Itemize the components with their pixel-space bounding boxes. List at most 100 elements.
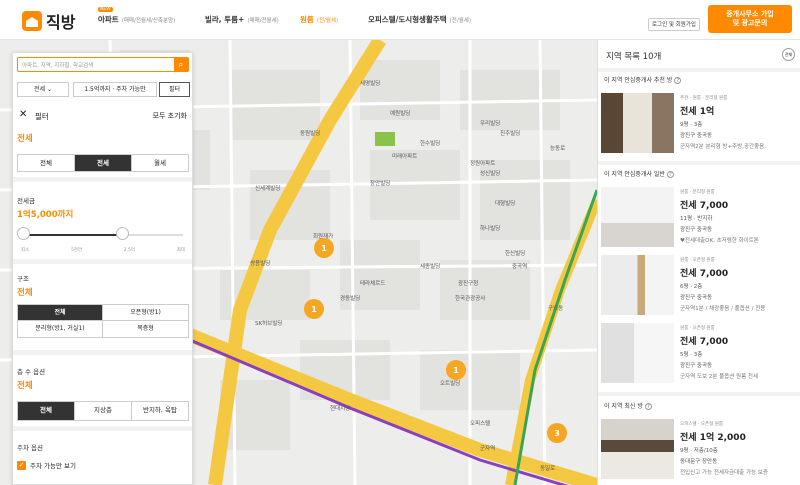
listing-card[interactable]: 추천 · 원룸 · 분리형 원룸 전세 1억 9평 · 3층 광진구 중곡동 군… xyxy=(601,93,797,157)
search-input[interactable]: 아파트, 지역, 지하철, 학교검색 ⌕ xyxy=(17,57,189,72)
section-title: 이 지역 안심중개사 일반? xyxy=(604,169,674,178)
map-label: 세명빌딩 xyxy=(360,79,380,87)
card-tags: 원룸 · 오픈형 원룸 xyxy=(680,258,715,263)
floor-label: 층 수 옵션 xyxy=(17,368,46,376)
map-label: 경동빌딩 xyxy=(340,294,360,302)
listing-card[interactable]: 원룸 · 오픈형 원룸 전세 7,000 6평 · 2층 광진구 중곡동 군자역… xyxy=(601,255,797,319)
card-size-floor: 6평 · 2층 xyxy=(680,284,703,290)
login-button[interactable]: 로그인 및 회원가입 xyxy=(648,18,700,31)
card-description: 군자역 도보 2분 풀옵션 원룸 전세 xyxy=(680,374,759,380)
card-description: 군자역2분 분리형 방+주방,공간좋음, xyxy=(680,144,766,150)
map-label: 예원빌딩 xyxy=(390,109,410,117)
card-address: 광진구 중곡동 xyxy=(680,227,713,233)
floor-option-ground[interactable]: 지상층 xyxy=(75,402,132,420)
map-label: 신세계빌딩 xyxy=(255,184,280,192)
floor-option-all[interactable]: 전체 xyxy=(18,402,75,420)
nav-label: 원룸 xyxy=(300,15,314,24)
cluster-count: 1 xyxy=(453,366,459,375)
structure-option-all[interactable]: 전체 xyxy=(18,305,103,321)
room-thumbnail xyxy=(601,93,674,153)
nav-sub: (매매/전월세/신축분양) xyxy=(121,18,176,24)
card-info: 원룸 · 분리형 원룸 전세 7,000 11평 · 반지하 광진구 중곡동 ♥… xyxy=(680,189,797,244)
map-label: 동원빌딩 xyxy=(300,129,320,137)
room-thumbnail xyxy=(601,323,674,383)
slider-max-handle[interactable] xyxy=(116,227,130,240)
section-title-text: 이 지역 안심중개사 일반 xyxy=(604,171,665,178)
deal-type-segment: 전체 전세 월세 xyxy=(17,154,189,172)
map-label: 진주빌딩 xyxy=(500,129,520,137)
nav-villa[interactable]: 빌라, 투룸+ (매매/전월세) xyxy=(205,14,279,25)
nav-label: 빌라, 투룸+ xyxy=(205,15,245,24)
checkmark-icon: ✓ xyxy=(17,460,26,470)
tick-label: 2.5억 xyxy=(123,248,136,253)
broker-signup-button[interactable]: 중개사무소 가입 및 광고문의 xyxy=(708,5,792,33)
listing-card[interactable]: 오피스텔 · 오픈형 원룸 전세 1억 2,000 9평 · 저층/10층 동대… xyxy=(601,419,797,483)
floor-section: 층 수 옵션 전체 전체 지상층 반지하, 옥탑 xyxy=(17,366,189,421)
deal-option-wolse[interactable]: 월세 xyxy=(132,155,188,171)
map-label: 구의동 xyxy=(548,305,563,312)
parking-check-label: 주차 가능만 보기 xyxy=(30,462,76,470)
card-price: 전세 7,000 xyxy=(680,337,729,347)
floor-segment: 전체 지상층 반지하, 옥탑 xyxy=(17,401,189,421)
zigbang-logo[interactable]: 직방 xyxy=(22,9,75,33)
deal-type-section: 전세 전체 전세 월세 xyxy=(17,129,189,172)
help-icon[interactable]: ? xyxy=(666,171,674,178)
cluster-marker[interactable]: 1 xyxy=(446,360,466,380)
listing-card[interactable]: 원룸 · 분리형 원룸 전세 7,000 11평 · 반지하 광진구 중곡동 ♥… xyxy=(601,187,797,251)
cluster-marker[interactable]: 1 xyxy=(304,299,324,319)
listing-title: 지역 목록 10개 xyxy=(606,52,662,62)
deal-type-value: 전세 xyxy=(17,134,33,144)
listing-view-all-button[interactable]: 전체 xyxy=(782,48,795,61)
slider-ticks: 최소 5천만 2.5억 최대 xyxy=(17,247,189,253)
card-description: 전입신고 가능 전세자금대출 가능 보증 xyxy=(680,470,768,476)
help-icon[interactable]: ? xyxy=(644,403,652,410)
floor-option-basement[interactable]: 반지하, 옥탑 xyxy=(132,402,188,420)
deal-option-jeonse[interactable]: 전세 xyxy=(75,155,132,171)
card-address: 광진구 중곡동 xyxy=(680,133,713,139)
cluster-count: 1 xyxy=(321,244,327,253)
tick-label: 최대 xyxy=(176,248,185,253)
search-icon[interactable]: ⌕ xyxy=(174,58,188,71)
logo-text: 직방 xyxy=(46,13,76,32)
map-label: SK허브빌딩 xyxy=(255,319,282,327)
map-label: 정원아파트 xyxy=(470,159,495,167)
filter-button[interactable]: 필터 xyxy=(159,82,190,97)
map-label: 미래아파트 xyxy=(392,152,417,160)
price-summary-select[interactable]: 1.5억까지 · 주차 가능만 xyxy=(73,82,157,97)
card-size-floor: 11평 · 반지하 xyxy=(680,216,713,222)
map-label: 능동로 xyxy=(550,145,565,152)
section-divider xyxy=(13,177,192,182)
listing-panel: 지역 목록 10개 전체 이 지역 안심중개사 추천 방? 추천 · 원룸 · … xyxy=(597,40,800,485)
nav-label: 오피스텔/도시형생활주택 xyxy=(368,15,447,24)
deposit-slider[interactable]: 최소 5천만 2.5억 최대 xyxy=(17,226,189,256)
section-divider xyxy=(13,350,192,355)
nav-officetel[interactable]: 오피스텔/도시형생활주택 (전/월세) xyxy=(368,14,471,25)
structure-option-open[interactable]: 오픈형(방1) xyxy=(103,305,188,321)
listing-card[interactable]: 원룸 · 오픈형 원룸 전세 7,000 5평 · 3층 광진구 중곡동 군자역… xyxy=(601,323,797,387)
structure-option-separated[interactable]: 분리형(방1, 거실1) xyxy=(18,321,103,337)
nav-oneroom[interactable]: 원룸 (전/월세) xyxy=(300,14,338,25)
structure-option-duplex[interactable]: 복층형 xyxy=(103,321,188,337)
parking-checkbox[interactable]: ✓ 주차 가능만 보기 xyxy=(17,460,189,470)
nav-apartment[interactable]: NEW 아파트 (매매/전월세/신축분양) xyxy=(98,7,176,25)
cluster-marker[interactable]: 3 xyxy=(547,423,567,443)
cluster-marker[interactable]: 1 xyxy=(314,238,334,258)
close-icon[interactable]: ✕ xyxy=(19,109,27,120)
deal-type-select[interactable]: 전세 ⌄ xyxy=(17,82,69,97)
deal-option-all[interactable]: 전체 xyxy=(18,155,75,171)
section-title-text: 이 지역 최신 방 xyxy=(604,403,643,410)
card-info: 원룸 · 오픈형 원룸 전세 7,000 5평 · 3층 광진구 중곡동 군자역… xyxy=(680,325,797,380)
reset-all-button[interactable]: 모두 초기화 xyxy=(153,111,187,121)
list-divider xyxy=(598,161,800,165)
map-label: 쌍용빌딩 xyxy=(250,259,270,267)
nav-label: 아파트 xyxy=(98,15,119,24)
structure-section: 구조 전체 전체 오픈형(방1) 분리형(방1, 거실1) 복층형 xyxy=(17,273,189,338)
card-tags: 원룸 · 분리형 원룸 xyxy=(680,190,715,195)
help-icon[interactable]: ? xyxy=(674,77,682,84)
map-label: 한국관광공사 xyxy=(455,294,485,302)
tick-label: 최소 xyxy=(21,248,30,253)
deposit-value: 1억5,000까지 xyxy=(17,210,74,220)
slider-min-handle[interactable] xyxy=(17,227,30,240)
card-address: 광진구 중곡동 xyxy=(680,363,713,369)
card-price: 전세 1억 xyxy=(680,107,715,117)
